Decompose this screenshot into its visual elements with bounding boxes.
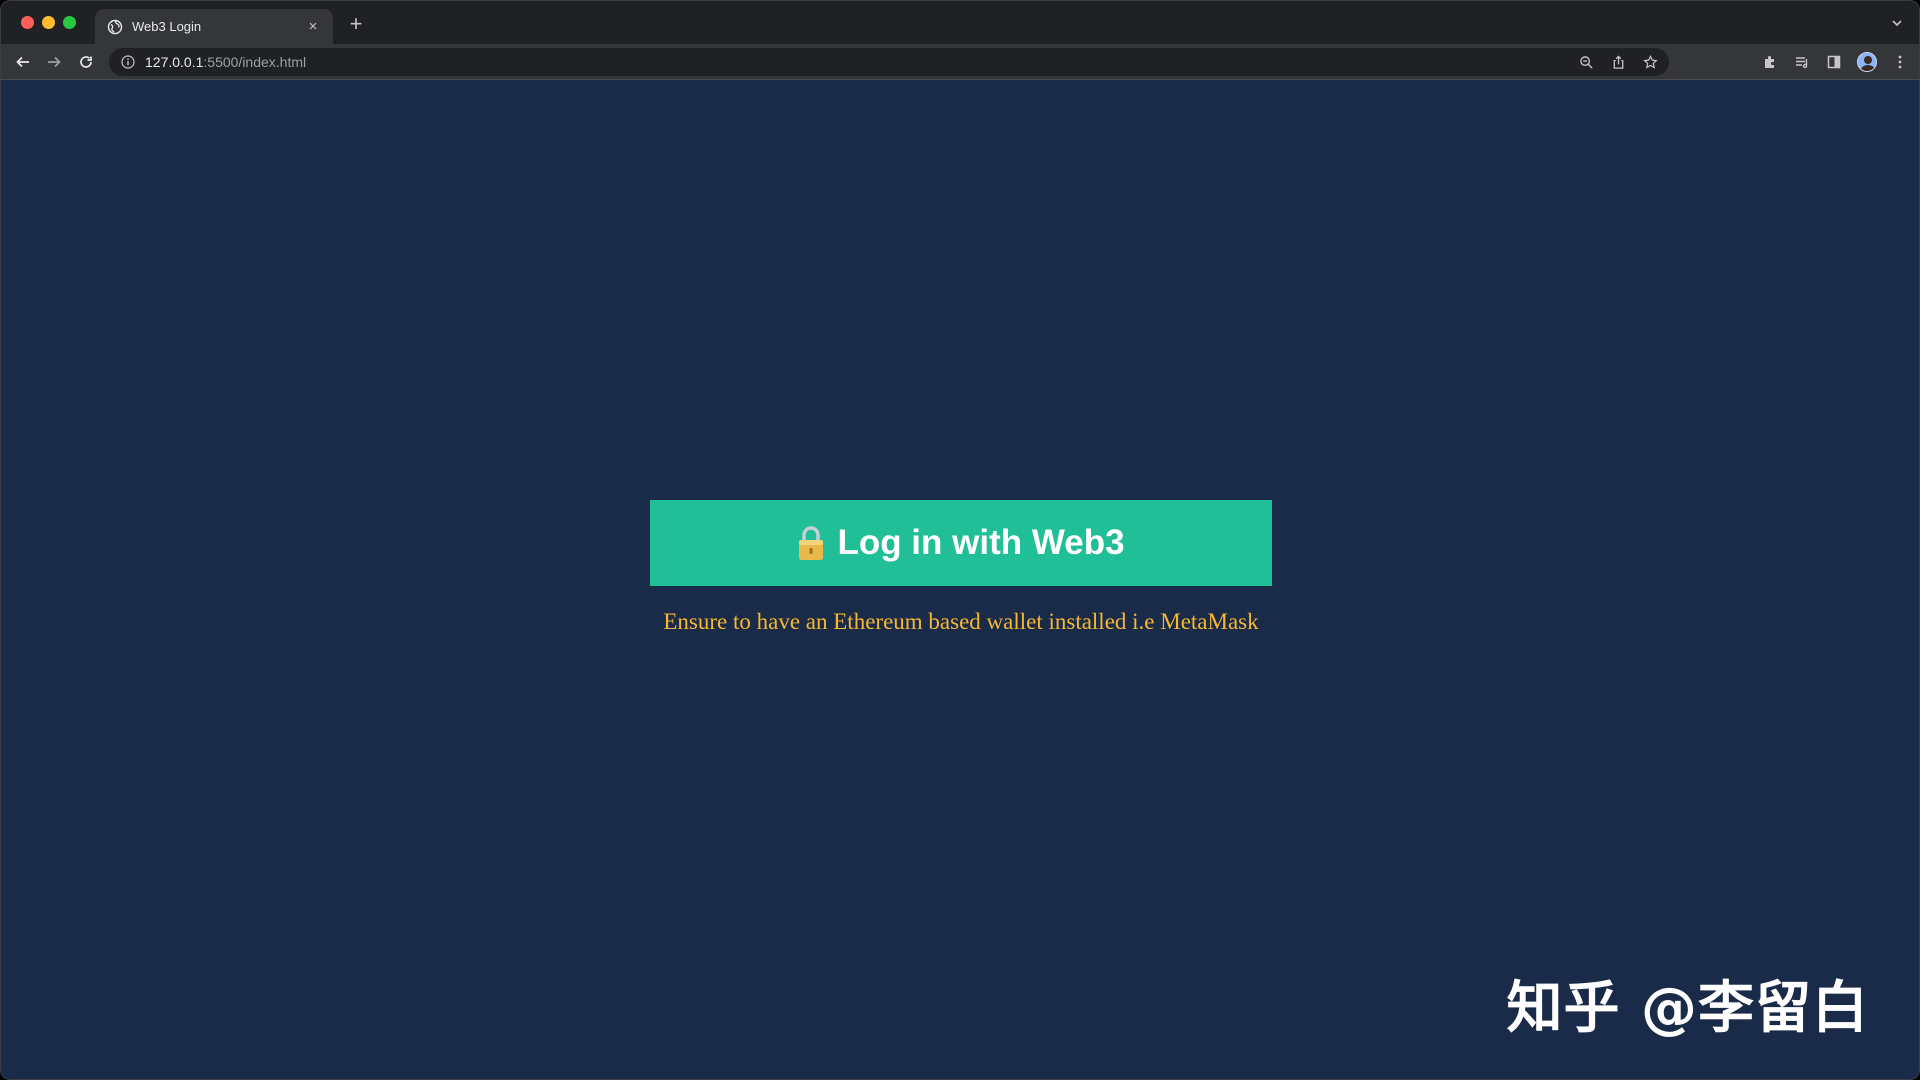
address-bar[interactable]: 127.0.0.1:5500/index.html: [109, 48, 1669, 76]
back-button[interactable]: [13, 52, 33, 72]
browser-window: Web3 Login × + 127.0.0.1:5500/index.html: [0, 0, 1920, 1080]
browser-toolbar: 127.0.0.1:5500/index.html: [1, 44, 1919, 80]
zoom-icon[interactable]: [1577, 53, 1595, 71]
info-icon[interactable]: [121, 55, 135, 69]
url-host: 127.0.0.1: [145, 54, 204, 70]
media-queue-icon[interactable]: [1793, 53, 1811, 71]
forward-button[interactable]: [44, 52, 64, 72]
profile-avatar[interactable]: [1857, 52, 1877, 72]
side-panel-icon[interactable]: [1825, 53, 1843, 71]
page-content: Log in with Web3 Ensure to have an Ether…: [1, 81, 1919, 1079]
bookmark-star-icon[interactable]: [1641, 53, 1659, 71]
login-button-label: Log in with Web3: [837, 523, 1125, 562]
tab-close-icon[interactable]: ×: [305, 18, 321, 35]
omnibox-actions: [1577, 53, 1659, 71]
extensions-puzzle-icon[interactable]: [1761, 53, 1779, 71]
window-zoom-button[interactable]: [63, 16, 76, 29]
reload-button[interactable]: [76, 52, 96, 72]
reload-icon: [80, 56, 92, 68]
tab-strip: Web3 Login × +: [1, 1, 1919, 44]
chevron-down-icon[interactable]: [1889, 15, 1905, 31]
arrow-right-icon: [48, 56, 61, 68]
watermark-text: 知乎 @李留白: [1506, 976, 1869, 1041]
login-with-web3-button[interactable]: Log in with Web3: [650, 500, 1272, 586]
window-minimize-button[interactable]: [42, 16, 55, 29]
new-tab-button[interactable]: +: [344, 12, 368, 36]
window-controls: [21, 16, 76, 29]
toolbar-actions: [1761, 52, 1909, 72]
arrow-left-icon: [16, 56, 29, 68]
tab-web3-login[interactable]: Web3 Login ×: [95, 9, 333, 44]
kebab-menu-icon[interactable]: [1891, 53, 1909, 71]
wallet-notice-text: Ensure to have an Ethereum based wallet …: [663, 609, 1259, 634]
lock-icon: [797, 525, 825, 561]
share-icon[interactable]: [1609, 53, 1627, 71]
window-close-button[interactable]: [21, 16, 34, 29]
url-text[interactable]: 127.0.0.1:5500/index.html: [145, 54, 306, 70]
tab-title: Web3 Login: [132, 19, 202, 34]
globe-icon: [107, 19, 123, 35]
url-path: :5500/index.html: [203, 54, 307, 70]
